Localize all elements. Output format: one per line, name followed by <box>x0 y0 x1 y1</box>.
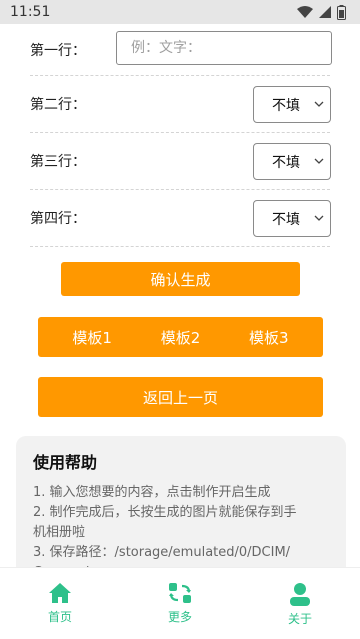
row-label-3: 第三行： <box>30 154 86 170</box>
more-icon <box>169 583 191 603</box>
status-bar: 11:51 <box>0 0 360 24</box>
line-4-select-value: 不填 <box>272 211 300 228</box>
help-card: 使用帮助 1. 输入您想要的内容，点击制作开启生成 2. 制作完成后，长按生成的… <box>16 436 346 576</box>
template-2-button[interactable]: 模板2 <box>161 327 201 348</box>
nav-home-label: 首页 <box>47 610 72 624</box>
help-line: 1. 输入您想要的内容，点击制作开启生成 <box>33 485 271 500</box>
confirm-generate-label: 确认生成 <box>150 270 211 289</box>
nav-home[interactable]: 首页 <box>0 568 120 625</box>
help-line: 机相册啦 <box>33 525 86 540</box>
back-button[interactable]: 返回上一页 <box>38 377 323 417</box>
nav-about[interactable]: 关于 <box>240 568 360 627</box>
line-1-input[interactable] <box>116 31 332 65</box>
user-icon <box>290 583 310 606</box>
help-line: 2. 制作完成后，长按生成的图片就能保存到手 <box>33 505 297 520</box>
signal-icon <box>319 6 331 18</box>
row-label-4: 第四行： <box>30 211 86 227</box>
nav-more-label: 更多 <box>167 610 192 624</box>
row-label-1: 第一行： <box>30 42 86 59</box>
form-row-4: 第四行： 不填 <box>30 190 331 247</box>
help-title: 使用帮助 <box>33 453 98 472</box>
template-1-button[interactable]: 模板1 <box>72 327 112 348</box>
battery-icon <box>337 4 346 20</box>
wifi-icon <box>297 6 313 18</box>
row-label-2: 第二行： <box>30 97 86 113</box>
back-label: 返回上一页 <box>142 388 218 407</box>
status-icons <box>297 4 346 20</box>
line-2-select[interactable]: 不填 <box>253 86 331 123</box>
form-row-3: 第三行： 不填 <box>30 133 331 190</box>
line-4-select[interactable]: 不填 <box>253 200 331 237</box>
line-3-select[interactable]: 不填 <box>253 143 331 180</box>
template-bar: 模板1 模板2 模板3 <box>38 317 323 357</box>
home-icon <box>49 583 71 603</box>
nav-more[interactable]: 更多 <box>120 568 240 625</box>
chevron-down-icon <box>314 215 324 221</box>
confirm-generate-button[interactable]: 确认生成 <box>61 262 300 296</box>
line-3-select-value: 不填 <box>272 154 300 171</box>
chevron-down-icon <box>314 158 324 164</box>
line-2-select-value: 不填 <box>272 97 300 114</box>
form-row-1: 第一行： <box>30 24 332 76</box>
template-3-button[interactable]: 模板3 <box>249 327 289 348</box>
bottom-nav: 首页 更多 关于 <box>0 567 360 639</box>
nav-about-label: 关于 <box>287 612 312 626</box>
form-row-2: 第二行： 不填 <box>30 76 331 133</box>
help-line: 3. 保存路径：/storage/emulated/0/DCIM/ <box>33 545 291 560</box>
chevron-down-icon <box>314 101 324 107</box>
status-time: 11:51 <box>10 4 51 20</box>
